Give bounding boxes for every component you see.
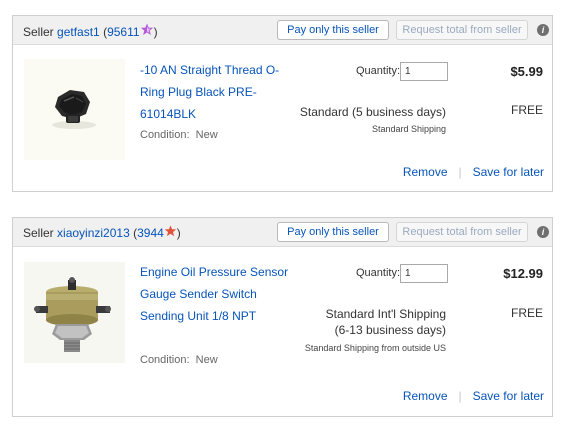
seller-info: Seller getfast1 (95611) — [23, 23, 158, 39]
feedback-close-paren: ) — [153, 25, 158, 39]
star-icon-svg — [140, 23, 153, 35]
seller-label: Seller — [23, 226, 54, 240]
action-separator: | — [458, 389, 462, 403]
request-total-button[interactable]: Request total from seller — [396, 20, 528, 40]
seller-header: Seller xiaoyinzi2013 (3944) Pay only thi… — [13, 218, 552, 247]
remove-link[interactable]: Remove — [403, 389, 448, 403]
product-image[interactable] — [24, 262, 125, 363]
star-icon-svg — [164, 225, 177, 237]
condition-label: Condition: — [140, 129, 190, 141]
seller-name-link[interactable]: xiaoyinzi2013 — [57, 226, 130, 240]
shipping-cost: FREE — [510, 103, 543, 117]
item-title-link[interactable]: -10 AN Straight Thread O-Ring Plug Black… — [140, 59, 290, 125]
seller-info: Seller xiaoyinzi2013 (3944) — [23, 225, 181, 240]
pressure-sensor-image — [24, 262, 125, 363]
quantity-label: Quantity: — [356, 65, 401, 77]
shipping-type: Standard Shipping — [371, 124, 446, 134]
quantity-input[interactable]: 1 — [400, 264, 448, 283]
save-for-later-link[interactable]: Save for later — [473, 165, 544, 179]
product-image[interactable] — [24, 59, 125, 160]
star-icon — [164, 224, 177, 240]
condition-value: New — [195, 129, 218, 141]
star-icon — [140, 23, 154, 39]
condition-value: New — [195, 354, 218, 366]
pay-only-this-seller-button[interactable]: Pay only this seller — [277, 20, 389, 40]
pay-only-this-seller-button[interactable]: Pay only this seller — [277, 222, 389, 242]
cart-page: Seller getfast1 (95611) Pay only this se… — [0, 0, 566, 432]
seller-header: Seller getfast1 (95611) Pay only this se… — [13, 16, 552, 45]
quantity-input[interactable]: 1 — [400, 62, 448, 81]
item-title-link[interactable]: Engine Oil Pressure Sensor Gauge Sender … — [140, 261, 290, 327]
item-actions: Remove | Save for later — [403, 165, 544, 179]
feedback-score-link[interactable]: 95611 — [107, 25, 139, 39]
shipping-type: Standard Shipping from outside US — [304, 343, 446, 353]
shipping-cost: FREE — [510, 306, 543, 320]
item-condition: Condition: New — [140, 129, 218, 141]
item-condition: Condition: New — [140, 354, 218, 366]
remove-link[interactable]: Remove — [403, 165, 448, 179]
item-price: $12.99 — [503, 266, 543, 281]
seller-order-card: Seller getfast1 (95611) Pay only this se… — [12, 15, 553, 192]
condition-label: Condition: — [140, 354, 190, 366]
info-icon[interactable]: i — [537, 226, 549, 238]
shipping-service-line2: (6-13 business days) — [334, 323, 446, 337]
shipping-service-line1: Standard Int'l Shipping — [325, 307, 446, 321]
shipping-service: Standard Int'l Shipping (6-13 business d… — [326, 306, 446, 338]
feedback-score-link[interactable]: 3944 — [137, 226, 164, 240]
o-ring-plug-image — [24, 59, 125, 160]
item-price: $5.99 — [510, 64, 543, 79]
seller-order-card: Seller xiaoyinzi2013 (3944) Pay only thi… — [12, 217, 553, 417]
seller-label: Seller — [23, 25, 54, 39]
seller-name-link[interactable]: getfast1 — [57, 25, 100, 39]
save-for-later-link[interactable]: Save for later — [473, 389, 544, 403]
action-separator: | — [458, 165, 462, 179]
item-actions: Remove | Save for later — [403, 389, 544, 403]
request-total-button[interactable]: Request total from seller — [396, 222, 528, 242]
feedback-close-paren: ) — [176, 226, 181, 240]
shipping-service: Standard (5 business days) — [299, 105, 446, 119]
quantity-label: Quantity: — [356, 267, 401, 279]
info-icon[interactable]: i — [537, 24, 549, 36]
